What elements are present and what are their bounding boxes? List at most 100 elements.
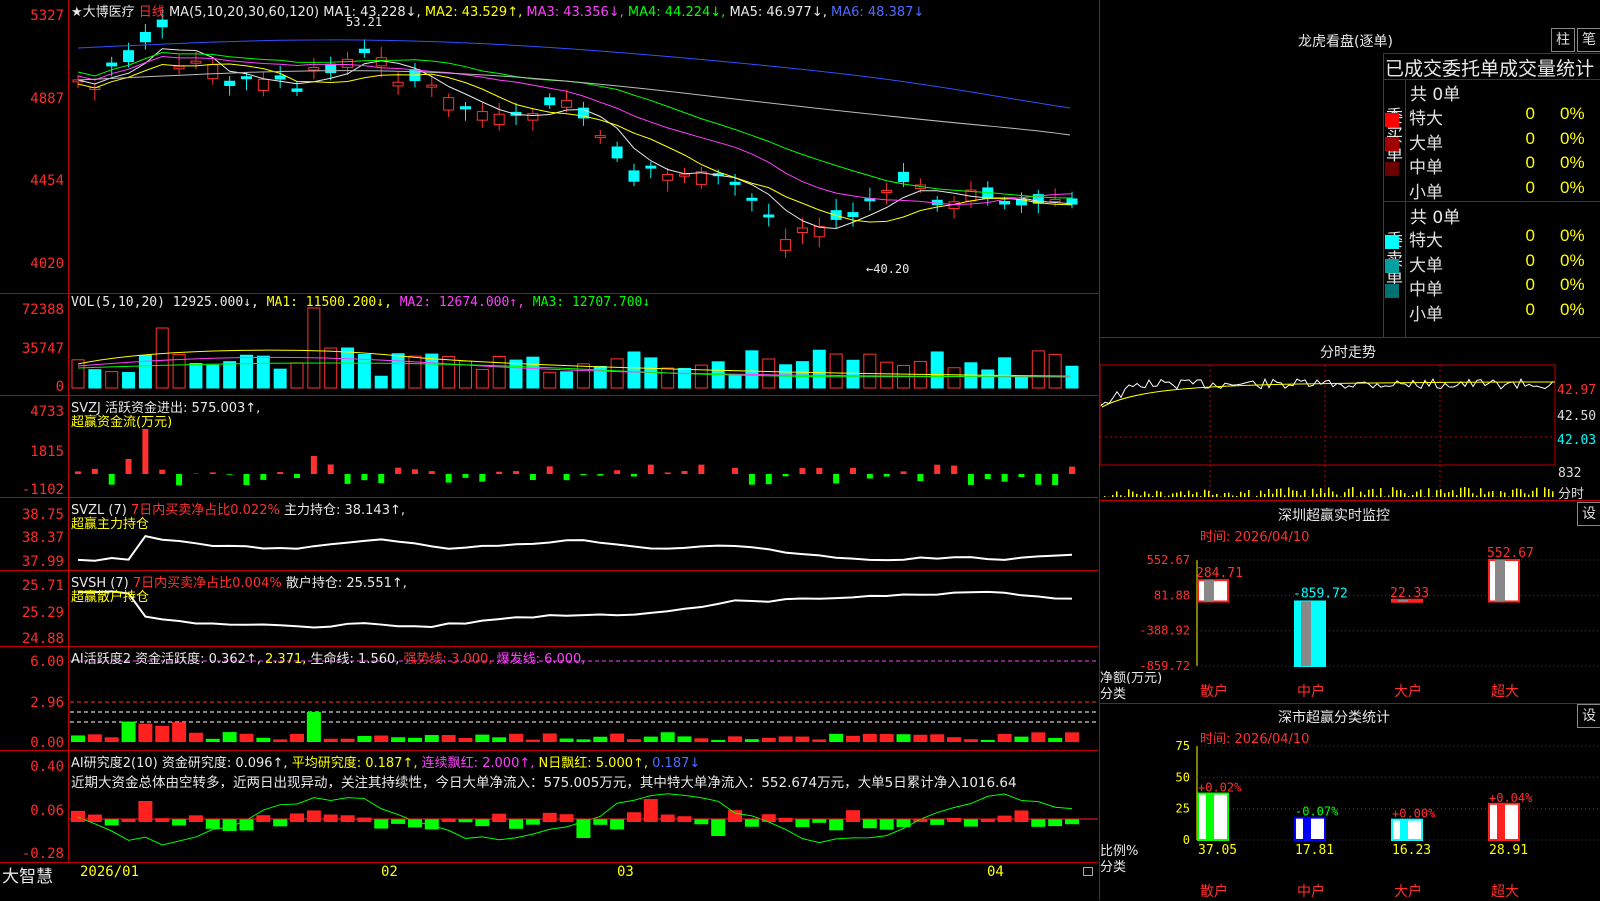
activity-bar bbox=[155, 726, 169, 742]
flow-bar bbox=[479, 474, 485, 482]
monitor-bar-chart: 552.6781.88-388.92-859.72284.71散户-859.72… bbox=[1100, 500, 1600, 700]
intraday-vol bbox=[1360, 492, 1362, 497]
ai-act-burstline: 爆发线: 6.000, bbox=[497, 652, 586, 667]
volume-bar bbox=[308, 308, 320, 388]
volume-bar bbox=[813, 350, 825, 388]
intraday-vol bbox=[1476, 496, 1478, 497]
price-pane[interactable]: 5327 4887 4454 4020 ★大博医疗 日线 MA(5,10,20,… bbox=[0, 0, 1098, 294]
category-label: 超大 bbox=[1491, 684, 1519, 700]
candle bbox=[1050, 200, 1060, 202]
color-swatch bbox=[1385, 235, 1399, 249]
ai-comment: 近期大资金总体由空转多，近两日出现异动，关注其持续性，今日大单净流入：575.0… bbox=[71, 771, 1095, 791]
research-bar bbox=[829, 819, 843, 830]
intraday-vol bbox=[1112, 495, 1114, 497]
sell-row: 中单00% bbox=[1385, 275, 1443, 299]
avg-line bbox=[1102, 382, 1555, 407]
intraday-vol bbox=[1300, 495, 1302, 497]
activity-bar bbox=[492, 737, 506, 742]
row-count: 0 bbox=[1515, 300, 1535, 320]
research-bar bbox=[492, 814, 506, 822]
intraday-vol bbox=[1368, 490, 1370, 497]
svzl-pane[interactable]: 38.75 38.37 37.99 SVZL (7) 7日内买卖净占比0.022… bbox=[0, 498, 1098, 571]
volume-bar bbox=[139, 356, 151, 388]
flow-bar bbox=[1069, 467, 1075, 474]
tick-mode-button[interactable]: 笔 bbox=[1577, 28, 1600, 52]
row-label: 中单 bbox=[1409, 158, 1443, 177]
candle bbox=[393, 82, 403, 86]
category-label: 中户 bbox=[1297, 883, 1325, 900]
flow-bar bbox=[799, 468, 805, 474]
intraday-vol-tick: 832 bbox=[1558, 466, 1581, 481]
activity-bar bbox=[728, 736, 742, 742]
intraday-vol bbox=[1504, 492, 1506, 497]
bar-mode-button[interactable]: 柱 bbox=[1551, 28, 1575, 52]
activity-bar bbox=[273, 739, 287, 742]
sell-row: 小单00% bbox=[1385, 300, 1443, 324]
holding-line bbox=[78, 536, 1072, 561]
research-bar bbox=[357, 818, 371, 822]
change-label: +0.00% bbox=[1392, 807, 1436, 821]
intraday-vol bbox=[1304, 490, 1306, 497]
intraday-vol bbox=[1296, 491, 1298, 497]
volume-pane[interactable]: 72388 35747 0 VOL(5,10,20) 12925.000↓, M… bbox=[0, 294, 1098, 396]
intraday-vol bbox=[1236, 496, 1238, 497]
candlestick-chart[interactable] bbox=[0, 0, 1098, 293]
volume-bar bbox=[443, 357, 455, 388]
intraday-vol bbox=[1128, 489, 1130, 497]
svsh-pane[interactable]: 25.71 25.29 24.88 SVSH (7) 7日内买卖净占比0.004… bbox=[0, 571, 1098, 647]
color-swatch bbox=[1385, 308, 1399, 322]
flow-bar bbox=[682, 471, 688, 474]
stock-title[interactable]: ★大博医疗 bbox=[71, 5, 135, 20]
volume-bar bbox=[611, 359, 623, 388]
intraday-frame bbox=[1100, 365, 1555, 465]
intraday-vol bbox=[1440, 489, 1442, 497]
volume-bar bbox=[999, 358, 1011, 388]
intraday-vol bbox=[1228, 493, 1230, 497]
category-label: 散户 bbox=[1200, 683, 1228, 700]
ai-res-avg: 平均研究度: 0.187↑, bbox=[292, 756, 418, 771]
svsh-holding: 散户持仓: 25.551↑, bbox=[286, 576, 407, 591]
activity-bar bbox=[779, 736, 793, 742]
candle bbox=[595, 136, 605, 138]
intraday-vol bbox=[1328, 487, 1330, 497]
candle bbox=[680, 174, 690, 176]
ai-research-pane[interactable]: 0.40 0.06 -0.28 AI研究度2(10) 资金研究度: 0.096↑… bbox=[0, 751, 1098, 861]
y-tick: 552.67 bbox=[1147, 553, 1190, 567]
volume-bar bbox=[1015, 377, 1027, 388]
activity-bar bbox=[627, 739, 641, 742]
candle bbox=[545, 98, 555, 105]
flow-bar bbox=[968, 474, 974, 485]
intraday-vol bbox=[1372, 489, 1374, 497]
row-percent: 0% bbox=[1560, 226, 1585, 246]
candle bbox=[225, 81, 235, 85]
flow-bar bbox=[530, 474, 536, 480]
activity-bar bbox=[122, 722, 136, 742]
intraday-vol bbox=[1344, 492, 1346, 497]
category-label: 散户 bbox=[1200, 883, 1228, 900]
svzl-holding: 主力持仓: 38.143↑, bbox=[284, 503, 405, 518]
lock-icon[interactable] bbox=[1083, 867, 1093, 876]
activity-bar bbox=[138, 724, 152, 742]
price-legend: ★大博医疗 日线 MA(5,10,20,30,60,120) MA1: 43.2… bbox=[71, 1, 924, 20]
flow-bar bbox=[126, 459, 132, 474]
color-swatch bbox=[1385, 113, 1399, 127]
activity-bar bbox=[391, 737, 405, 742]
intraday-vol bbox=[1248, 490, 1250, 497]
intraday-vol bbox=[1160, 492, 1162, 497]
ai-activity-pane[interactable]: 6.00 2.96 0.00 AI活跃度2 资金活跃度: 0.362↑, 2.3… bbox=[0, 647, 1098, 751]
flow-bar bbox=[429, 471, 435, 474]
intraday-vol bbox=[1172, 493, 1174, 497]
research-bar bbox=[863, 819, 877, 828]
period-label[interactable]: 日线 bbox=[139, 5, 165, 20]
svzj-pane[interactable]: 4733 1815 -1102 SVZJ 活跃资金进出: 575.003↑, 超… bbox=[0, 396, 1098, 498]
candle bbox=[275, 76, 285, 79]
vol-value: 12925.000↓, bbox=[173, 295, 259, 310]
row-count: 0 bbox=[1515, 251, 1535, 271]
research-bar bbox=[930, 819, 944, 825]
date-label: 02 bbox=[381, 864, 398, 880]
intraday-vol bbox=[1148, 494, 1150, 497]
intraday-vol bbox=[1492, 491, 1494, 497]
category-label: 大户 bbox=[1394, 883, 1422, 900]
candle bbox=[444, 98, 454, 110]
intraday-vol bbox=[1208, 491, 1210, 497]
